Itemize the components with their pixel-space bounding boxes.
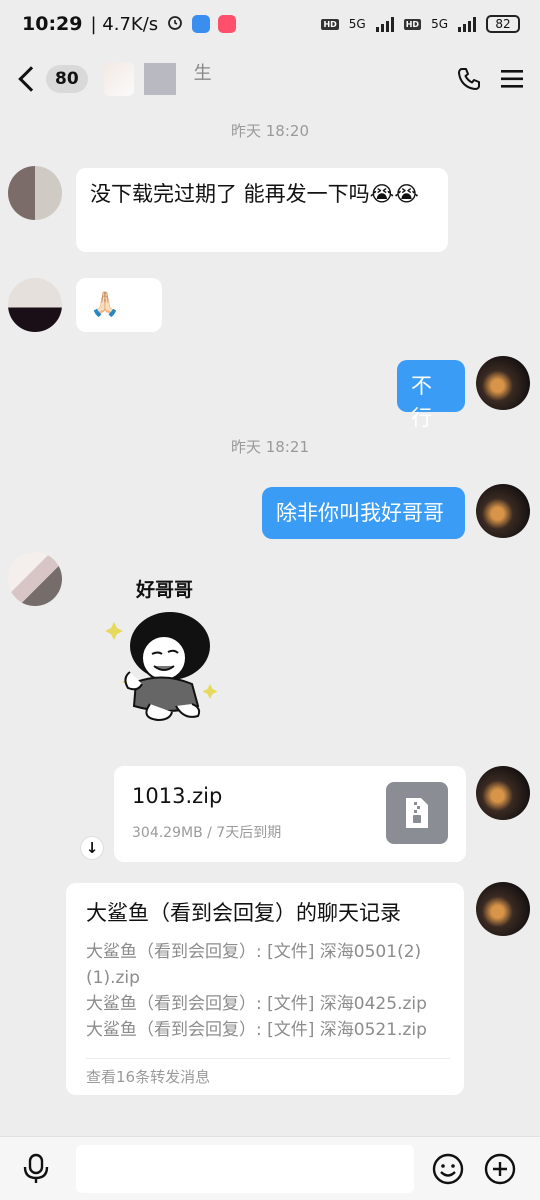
app-notification-icon — [192, 15, 211, 33]
record-divider — [86, 1058, 450, 1059]
network-label-2: 5G — [431, 17, 448, 31]
my-avatar[interactable] — [476, 356, 530, 410]
menu-button[interactable] — [500, 68, 524, 90]
download-status-icon[interactable]: ↓ — [80, 836, 104, 860]
unread-badge: 80 — [46, 65, 88, 93]
contact-avatar-blurred — [103, 62, 134, 96]
hd-badge: HD — [321, 18, 339, 30]
network-label: 5G — [348, 17, 366, 31]
sticker-caption: 好哥哥 — [136, 579, 194, 601]
phone-call-button[interactable] — [456, 66, 482, 92]
message-bubble-outgoing[interactable]: 除非你叫我好哥哥 — [262, 487, 465, 539]
battery-indicator: 82 — [486, 15, 520, 33]
status-speed: | 4.7K/s — [90, 13, 159, 35]
signal-icon-2 — [458, 16, 476, 32]
more-actions-button[interactable] — [484, 1153, 516, 1185]
record-line: 大鲨鱼（看到会回复）: [文件] 深海0501(2)(1).zip — [86, 942, 422, 988]
record-preview-lines: 大鲨鱼（看到会回复）: [文件] 深海0501(2)(1).zip 大鲨鱼（看到… — [86, 939, 446, 1043]
contact-avatar[interactable] — [8, 552, 62, 606]
voice-input-button[interactable] — [22, 1153, 50, 1185]
file-name: 1013.zip — [132, 784, 223, 808]
app-notification-icon-2 — [218, 15, 237, 33]
contact-avatar[interactable] — [8, 166, 62, 220]
hd-badge-2: HD — [403, 18, 422, 30]
timestamp: 昨天 18:21 — [231, 438, 309, 456]
contact-avatar[interactable] — [8, 278, 62, 332]
my-avatar[interactable] — [476, 766, 530, 820]
input-bar — [0, 1136, 540, 1200]
emoji-icon — [432, 1153, 464, 1185]
forwarded-chat-record-card[interactable]: 大鲨鱼（看到会回复）的聊天记录 大鲨鱼（看到会回复）: [文件] 深海0501(… — [66, 883, 464, 1095]
record-line: 大鲨鱼（看到会回复）: [文件] 深海0425.zip — [86, 994, 427, 1014]
file-message-card[interactable]: 1013.zip 304.29MB / 7天后到期 — [114, 766, 466, 862]
message-bubble-outgoing[interactable]: 不行 — [397, 360, 465, 430]
message-bubble-incoming[interactable]: 没下载完过期了 能再发一下吗😭😭 — [76, 168, 448, 252]
microphone-icon — [23, 1153, 49, 1183]
emoji-button[interactable] — [432, 1153, 464, 1185]
record-line: 大鲨鱼（看到会回复）: [文件] 深海0521.zip — [86, 1020, 427, 1040]
message-input[interactable] — [76, 1145, 414, 1193]
alarm-icon — [166, 13, 184, 36]
record-title: 大鲨鱼（看到会回复）的聊天记录 — [86, 901, 401, 925]
chat-area[interactable]: 昨天 18:20 没下载完过期了 能再发一下吗😭😭 🙏🏻 不行 昨天 18:21… — [0, 110, 540, 1136]
timestamp: 昨天 18:20 — [231, 122, 309, 140]
back-button[interactable]: 80 — [16, 65, 88, 93]
plus-icon — [484, 1153, 516, 1185]
my-avatar[interactable] — [476, 882, 530, 936]
sticker-face-icon — [105, 612, 218, 722]
message-bubble-emoji[interactable]: 🙏🏻 — [76, 278, 162, 332]
contact-name-redacted — [143, 63, 176, 95]
menu-icon — [501, 70, 523, 88]
zip-file-icon — [386, 782, 448, 844]
view-forwarded-messages-link[interactable]: 查看16条转发消息 — [86, 1066, 210, 1087]
contact-name[interactable]: 生 — [194, 59, 212, 85]
phone-icon — [458, 68, 480, 90]
sticker-image[interactable] — [105, 608, 222, 730]
chat-header: 80 生 — [0, 48, 540, 110]
status-time: 10:29 — [22, 13, 83, 35]
my-avatar[interactable] — [476, 484, 530, 538]
signal-icon — [375, 16, 394, 32]
back-chevron-icon — [18, 66, 44, 92]
file-meta: 304.29MB / 7天后到期 — [132, 825, 282, 841]
status-bar: 10:29 | 4.7K/s HD 5G HD 5G 82 — [0, 0, 540, 48]
